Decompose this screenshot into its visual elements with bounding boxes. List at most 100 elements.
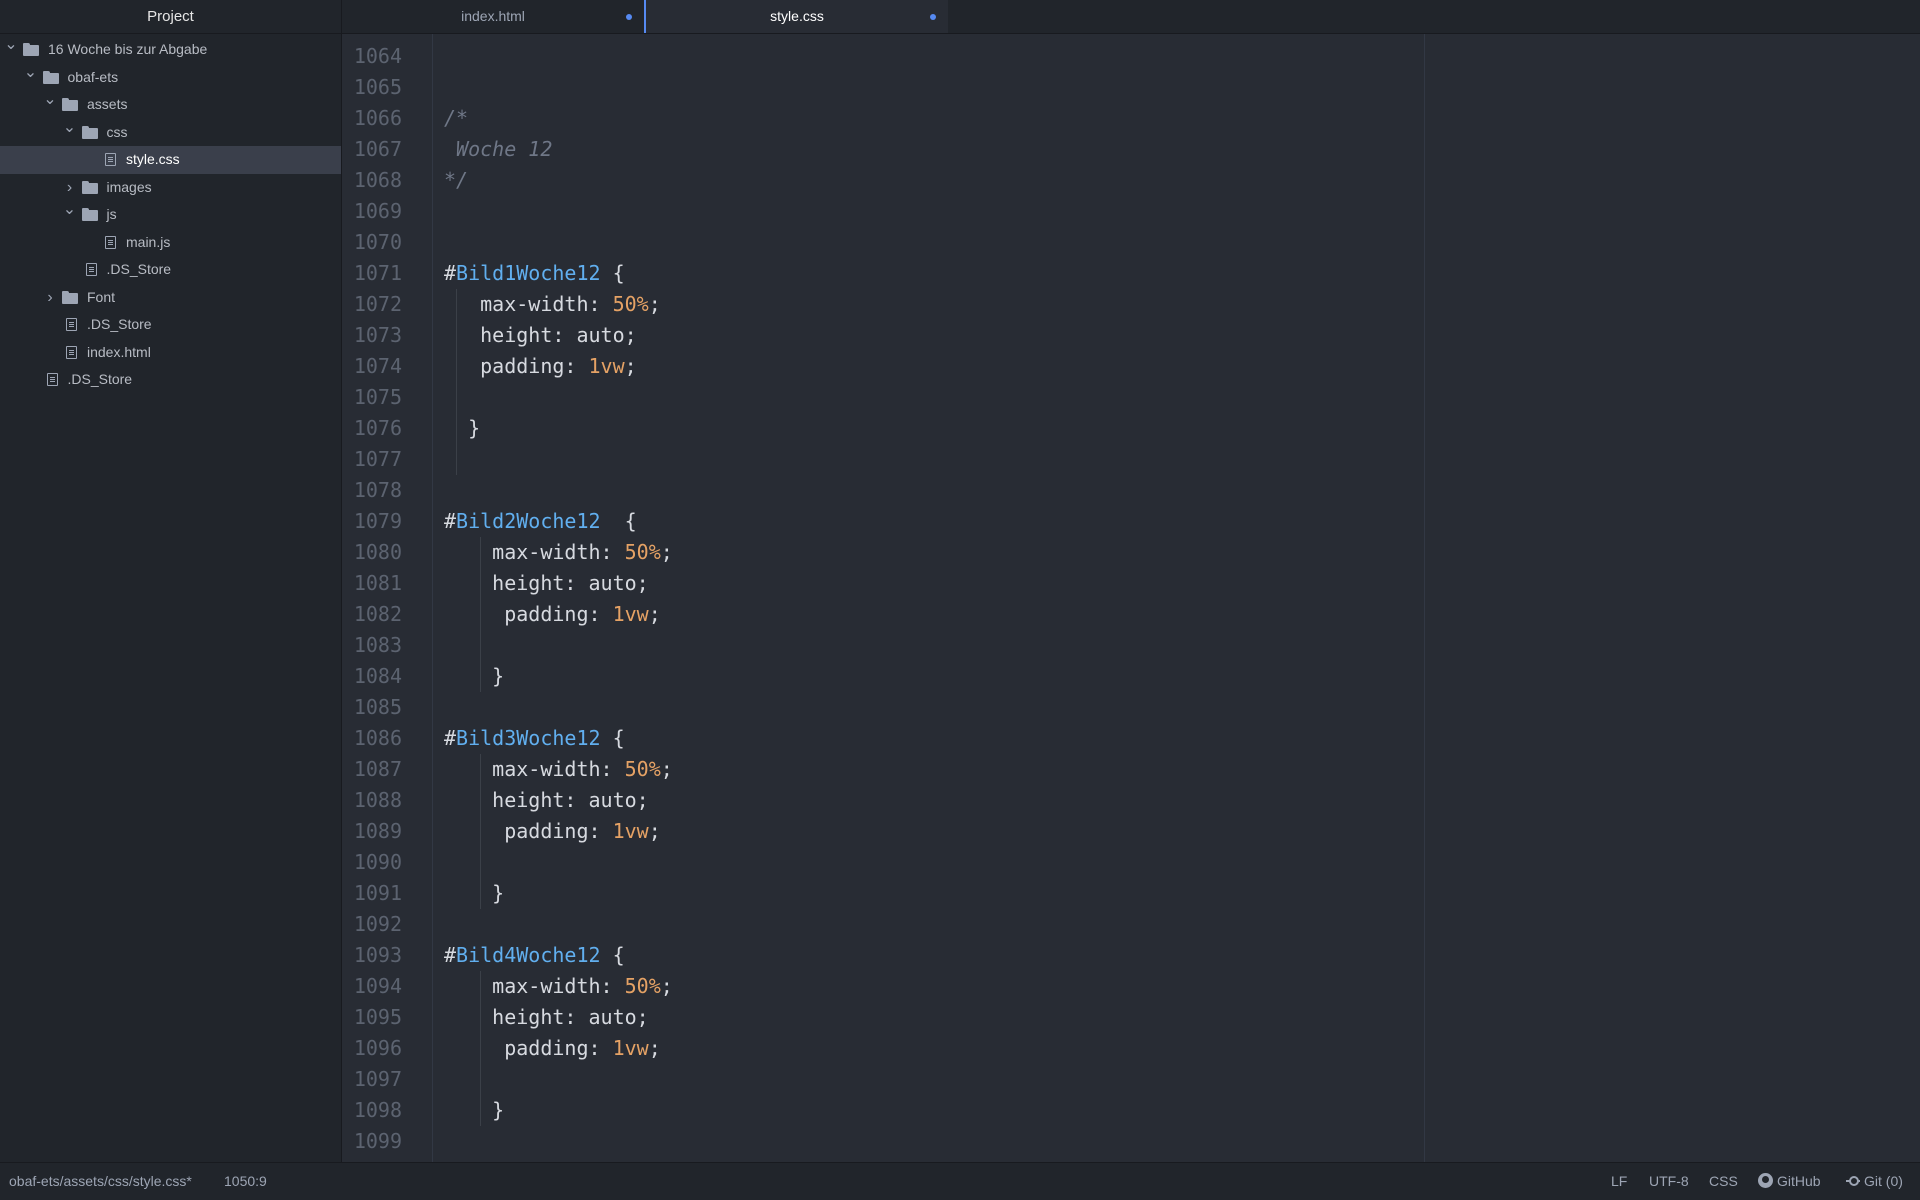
code-token-num: 1vw [588,354,625,378]
tree-file[interactable]: main.js [0,229,341,257]
code-token-val: ; [648,819,661,843]
tree-file[interactable]: style.css [0,146,341,174]
grammar-selector[interactable]: CSS [1709,1163,1738,1200]
code-token-val: } [444,416,481,440]
code-text: #Bild2Woche12 { [444,506,637,537]
tree-file[interactable]: index.html [0,339,341,367]
code-token-prop: padding: [444,819,613,843]
file-icon [85,263,102,277]
chevron-down-icon[interactable]: ⌄ [63,196,77,224]
cursor-position[interactable]: 1050:9 [224,1163,267,1200]
code-text: } [444,413,480,444]
line-number: 1085 [353,695,402,719]
code-editor[interactable]: 1064 1065 1066 /* 1067 Woche 12 1068 */ 1069 107… [342,34,1920,1163]
line-number: 1090 [353,850,402,874]
git-button[interactable]: Git (0) [1846,1163,1903,1200]
code-token-hash: # [444,726,457,750]
line-number: 1097 [353,1067,402,1091]
code-text: padding: 1vw; [444,599,661,630]
code-text: max-width: 50%; [444,971,673,1002]
folder-icon [62,98,78,112]
line-number: 1068 [353,168,402,192]
tree-item-label: js [106,206,117,222]
line-number: 1071 [353,261,402,285]
code-text: } [444,1095,504,1126]
tree-file[interactable]: .DS_Store [0,366,341,394]
code-token-hash: # [444,261,457,285]
file-path[interactable]: obaf-ets/assets/css/style.css* [9,1163,192,1200]
code-token-val: { [600,943,625,967]
code-token-num: 1vw [612,819,649,843]
code-token-prop: height: auto; [444,788,649,812]
line-number: 1092 [353,912,402,936]
tree-folder[interactable]: › Font [0,284,341,312]
tree-file[interactable]: .DS_Store [0,256,341,284]
line-number: 1077 [353,447,402,471]
line-number: 1073 [353,323,402,347]
tree-item-label: index.html [87,343,151,360]
code-token-num: 50% [624,757,661,781]
code-text: #Bild4Woche12 { [444,940,625,971]
code-token-prop: padding: [444,354,589,378]
line-number: 1080 [353,540,402,564]
tree-item-label: .DS_Store [106,261,172,277]
code-token-id: Bild3Woche12 [456,726,601,750]
code-text: height: auto; [444,785,649,816]
line-number: 1069 [353,199,402,223]
indent-guide [480,537,481,692]
tree-folder[interactable]: ⌄ assets [0,91,341,119]
code-token-val: } [444,664,505,688]
code-text: height: auto; [444,1002,649,1033]
chevron-down-icon[interactable]: ⌄ [4,31,18,59]
folder-icon [81,180,98,195]
chevron-right-icon[interactable]: › [43,284,57,312]
chevron-down-icon[interactable]: ⌄ [24,59,38,87]
encoding-selector[interactable]: UTF-8 [1649,1163,1689,1200]
code-token-prop: height: auto; [444,571,649,595]
code-token-prop: height: auto; [444,1005,649,1029]
code-text: #Bild1Woche12 { [444,258,625,289]
tree-folder[interactable]: ⌄ 16 Woche bis zur Abgabe [0,36,341,64]
code-token-val: { [600,726,625,750]
modified-dot-icon [626,14,632,20]
github-label: GitHub [1777,1173,1821,1189]
file-icon [66,318,82,332]
code-token-comment: Woche 12 [444,137,553,161]
code-text: height: auto; [444,320,637,351]
code-token-id: Bild4Woche12 [456,943,601,967]
tree-folder[interactable]: ⌄ css [0,119,341,147]
indent-guide [480,971,481,1126]
folder-icon [62,290,78,305]
tree-item-label: .DS_Store [87,316,152,332]
chevron-down-icon[interactable]: ⌄ [63,114,77,142]
github-button[interactable]: GitHub [1758,1163,1821,1200]
folder-icon [81,125,98,140]
code-token-val: } [444,1098,505,1122]
code-text: } [444,878,504,909]
line-number: 1094 [353,974,402,998]
line-number: 1078 [353,478,402,502]
tree-item-label: Font [87,288,116,305]
code-token-num: 50% [624,540,661,564]
chevron-down-icon[interactable]: ⌄ [43,86,57,114]
tree-file[interactable]: .DS_Store [0,311,341,339]
tab-style-css[interactable]: style.css [644,0,948,33]
line-ending-selector[interactable]: LF [1611,1163,1627,1200]
tree-folder[interactable]: ⌄ js [0,201,341,229]
line-number: 1098 [353,1098,402,1122]
line-number: 1075 [353,385,402,409]
code-text: padding: 1vw; [444,351,637,382]
code-token-prop: padding: [444,602,613,626]
tree-item-label: 16 Woche bis zur Abgabe [48,41,208,57]
tree-folder[interactable]: › images [0,174,341,202]
line-number: 1064 [353,44,402,68]
code-token-num: 50% [624,974,661,998]
indent-guide [456,289,457,475]
file-icon [46,373,63,387]
code-text: } [444,661,504,692]
code-token-val: ; [660,974,673,998]
tab-index-html[interactable]: index.html [342,0,644,33]
file-icon [105,153,121,167]
line-number: 1095 [353,1005,402,1029]
code-token-id: Bild1Woche12 [456,261,601,285]
